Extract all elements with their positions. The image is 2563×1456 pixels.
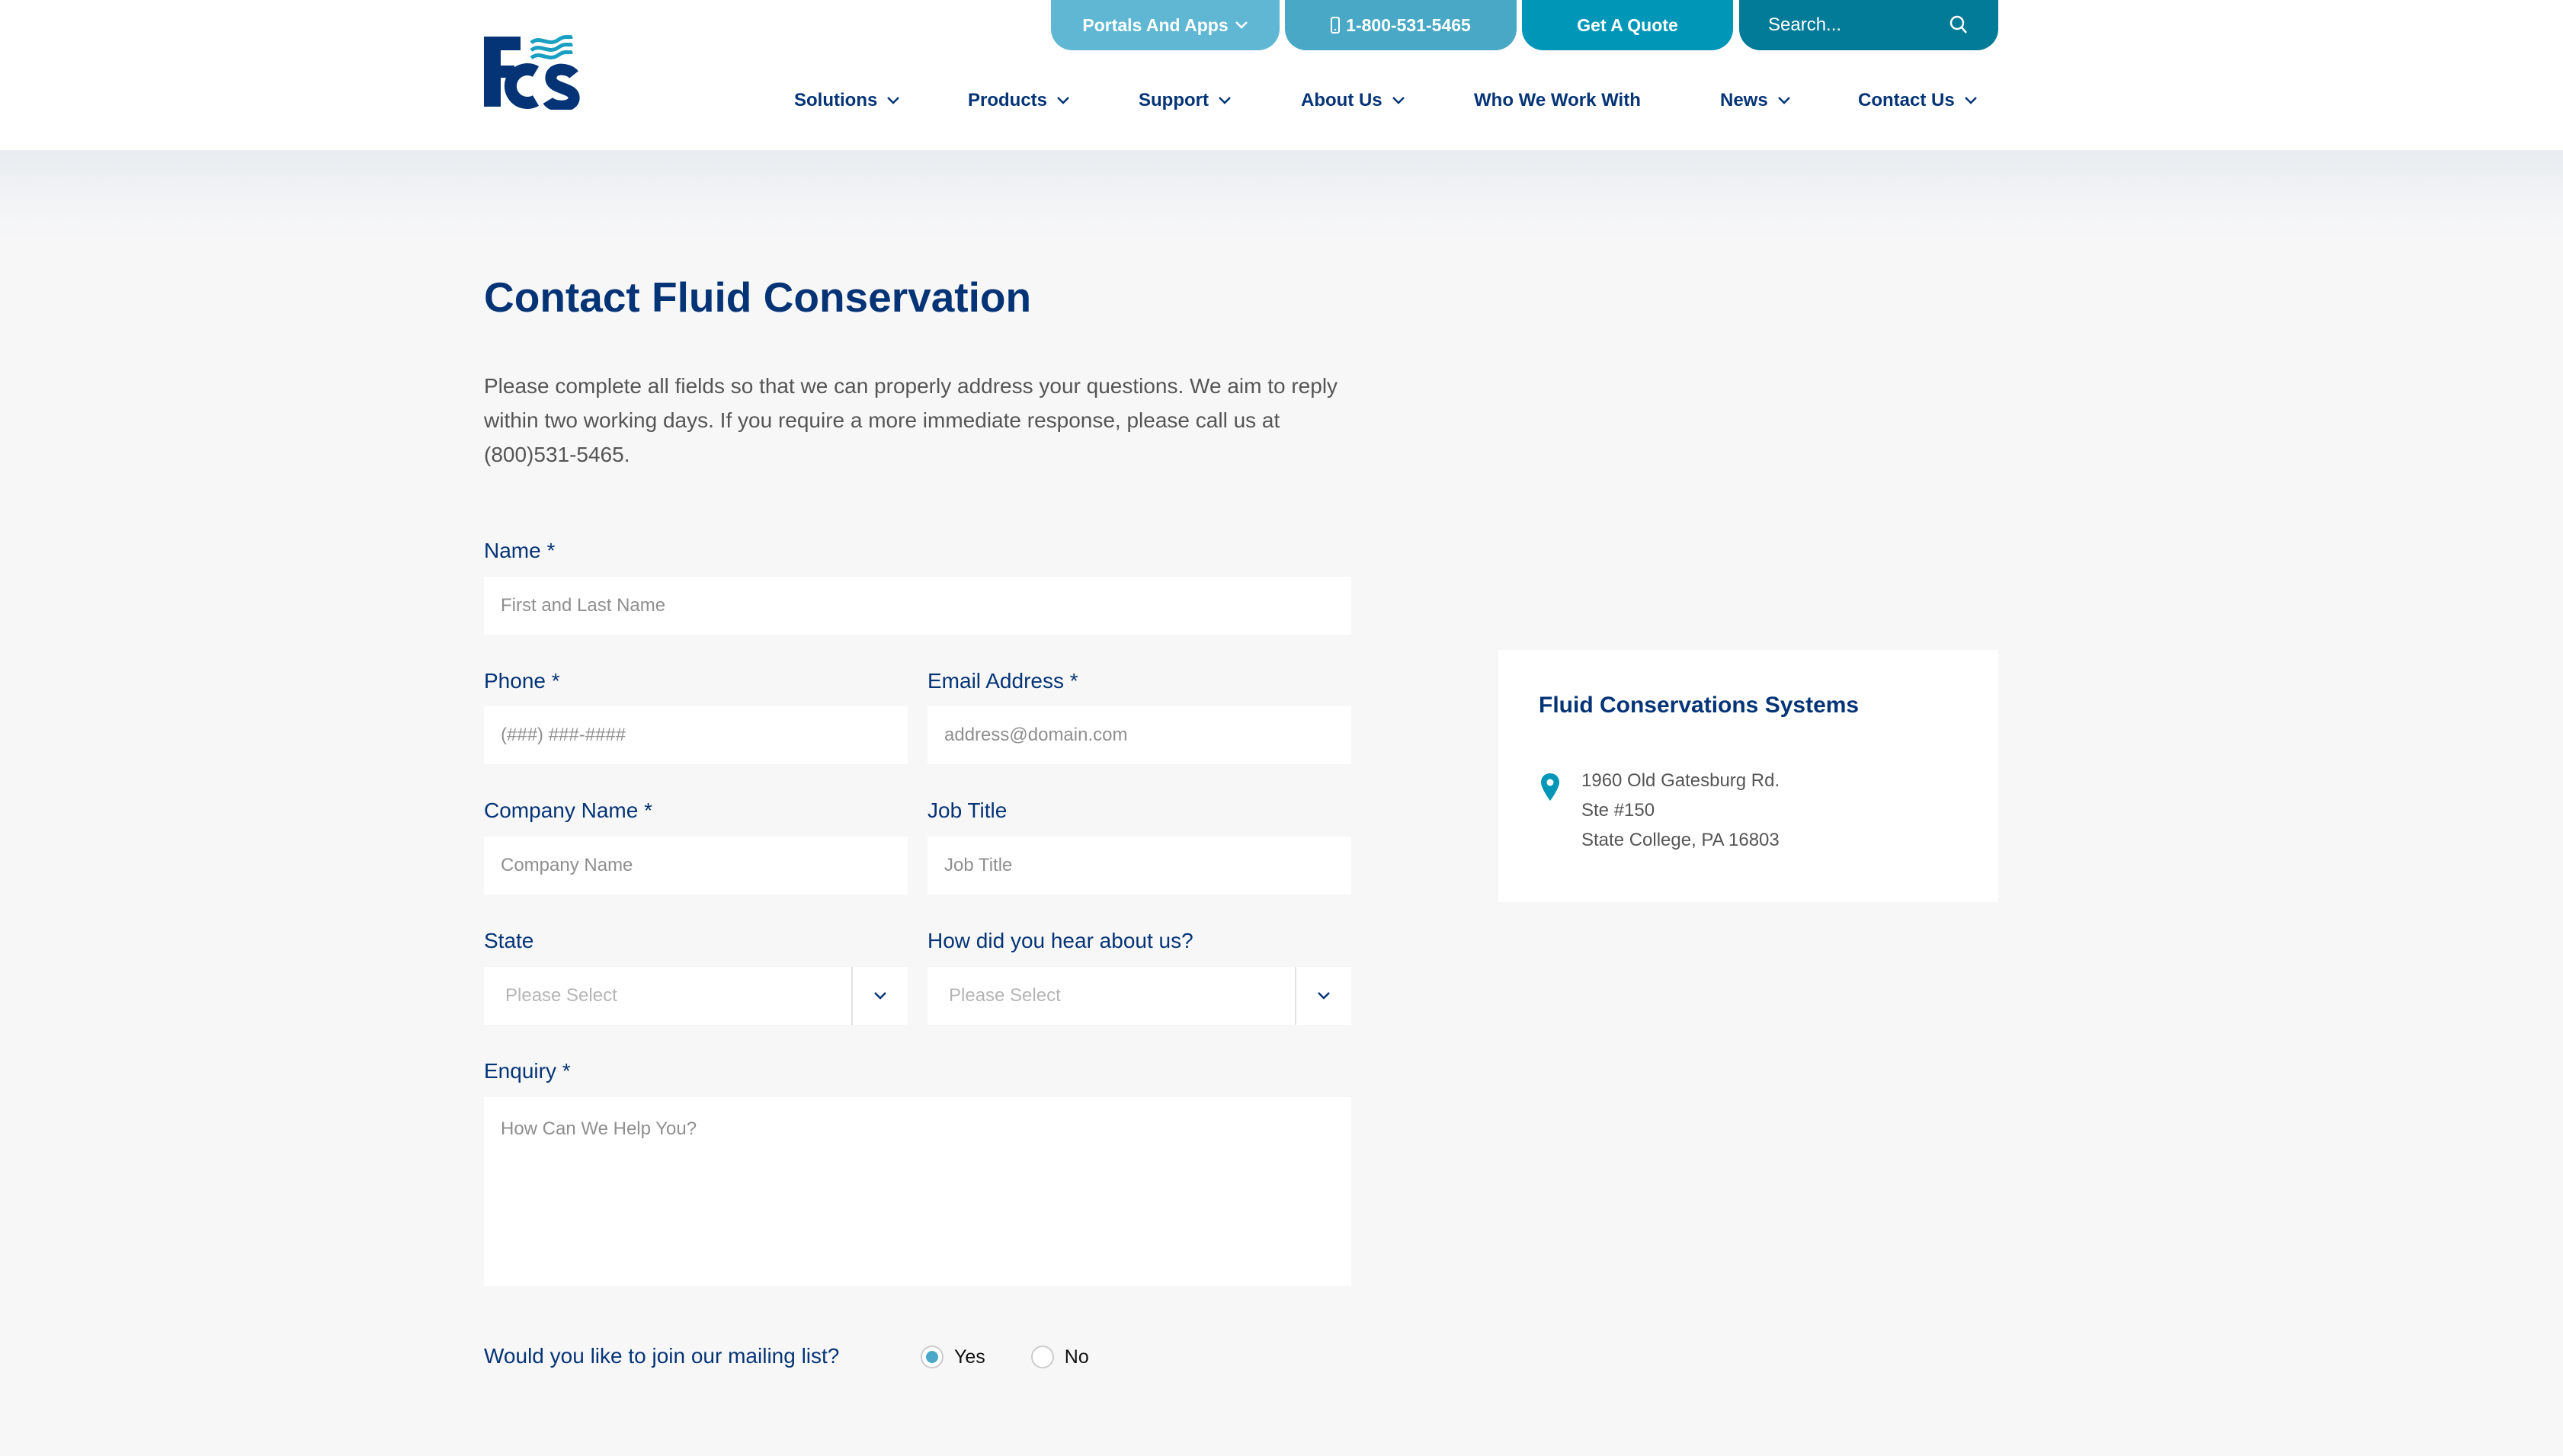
chevron-down-icon <box>1057 97 1069 104</box>
page-title: Contact Fluid Conservation <box>484 274 1032 321</box>
get-a-quote-label: Get A Quote <box>1577 14 1678 35</box>
nav-products[interactable]: Products <box>968 85 1070 116</box>
header-shadow <box>0 150 2563 242</box>
nav-label: Solutions <box>794 90 878 110</box>
state-select-toggle[interactable] <box>851 967 908 1025</box>
nav-label: Who We Work With <box>1474 90 1641 110</box>
nav-news[interactable]: News <box>1720 85 1791 116</box>
nav-contact-us[interactable]: Contact Us <box>1858 85 1978 116</box>
job-title-input[interactable] <box>927 837 1351 894</box>
chevron-down-icon <box>1318 992 1330 1000</box>
email-input[interactable] <box>927 706 1351 764</box>
chevron-down-icon <box>1219 97 1231 104</box>
phone-input[interactable] <box>484 706 908 764</box>
enquiry-textarea[interactable] <box>484 1097 1351 1286</box>
mailing-list-yes-radio[interactable] <box>921 1346 944 1368</box>
referral-label: How did you hear about us? <box>927 929 1193 952</box>
nav-label: News <box>1720 90 1768 110</box>
mailing-list-no-radio[interactable] <box>1030 1346 1054 1368</box>
chevron-down-icon <box>1235 21 1248 29</box>
name-label: Name * <box>484 539 556 562</box>
phone-label: Phone * <box>484 669 560 693</box>
chevron-down-icon <box>874 992 886 1000</box>
mobile-phone-icon <box>1331 17 1341 34</box>
chevron-down-icon <box>1964 97 1977 104</box>
address-line-3: State College, PA 16803 <box>1581 830 1780 850</box>
intro-text: Please complete all fields so that we ca… <box>484 374 1338 466</box>
map-pin-icon <box>1541 773 1559 801</box>
mailing-list-no-label[interactable]: No <box>1065 1346 1089 1368</box>
site-header: Portals And Apps 1-800-531-5465 Get A Qu… <box>0 0 2563 150</box>
search-icon[interactable] <box>1949 15 1968 35</box>
get-a-quote-button[interactable]: Get A Quote <box>1522 0 1733 50</box>
radio-selected-dot <box>926 1351 938 1363</box>
fcs-logo[interactable] <box>482 34 580 112</box>
search-input[interactable] <box>1768 14 1936 36</box>
nav-label: Products <box>968 90 1048 110</box>
name-input[interactable] <box>484 577 1351 635</box>
chevron-down-icon <box>887 97 900 104</box>
fcs-logo-icon <box>484 34 580 112</box>
portals-and-apps-label: Portals And Apps <box>1082 14 1229 35</box>
referral-selected-value: Please Select <box>949 985 1061 1006</box>
nav-about-us[interactable]: About Us <box>1301 85 1405 116</box>
address-card: Fluid Conservations Systems 1960 Old Gat… <box>1498 650 1998 902</box>
nav-label: Contact Us <box>1858 90 1955 110</box>
search-box <box>1739 0 1998 50</box>
referral-select-toggle[interactable] <box>1295 967 1351 1025</box>
nav-label: Support <box>1139 90 1209 110</box>
chevron-down-icon <box>1392 97 1405 104</box>
chevron-down-icon <box>1777 97 1790 104</box>
card-title: Fluid Conservations Systems <box>1539 693 1860 718</box>
nav-solutions[interactable]: Solutions <box>794 85 900 116</box>
company-name-input[interactable] <box>484 837 908 894</box>
email-label: Email Address * <box>927 669 1078 693</box>
address-line-1: 1960 Old Gatesburg Rd. <box>1581 770 1780 791</box>
portals-and-apps-button[interactable]: Portals And Apps <box>1051 0 1280 50</box>
company-name-label: Company Name * <box>484 798 652 822</box>
card-address: 1960 Old Gatesburg Rd. Ste #150 State Co… <box>1581 766 1780 855</box>
mailing-list-yes-label[interactable]: Yes <box>954 1346 985 1368</box>
enquiry-label: Enquiry * <box>484 1059 571 1083</box>
nav-label: About Us <box>1301 90 1382 110</box>
phone-button[interactable]: 1-800-531-5465 <box>1285 0 1517 50</box>
phone-number: 1-800-531-5465 <box>1346 14 1471 35</box>
mailing-list-radio-group: Yes No <box>921 1346 1124 1368</box>
job-title-label: Job Title <box>927 798 1008 822</box>
nav-who-we-work-with[interactable]: Who We Work With <box>1474 85 1641 116</box>
state-selected-value: Please Select <box>505 985 617 1006</box>
nav-support[interactable]: Support <box>1139 85 1232 116</box>
state-label: State <box>484 929 534 952</box>
referral-select[interactable]: Please Select <box>927 967 1351 1025</box>
state-select[interactable]: Please Select <box>484 967 908 1025</box>
mailing-list-label: Would you like to join our mailing list? <box>484 1344 840 1368</box>
address-line-2: Ste #150 <box>1581 800 1655 821</box>
